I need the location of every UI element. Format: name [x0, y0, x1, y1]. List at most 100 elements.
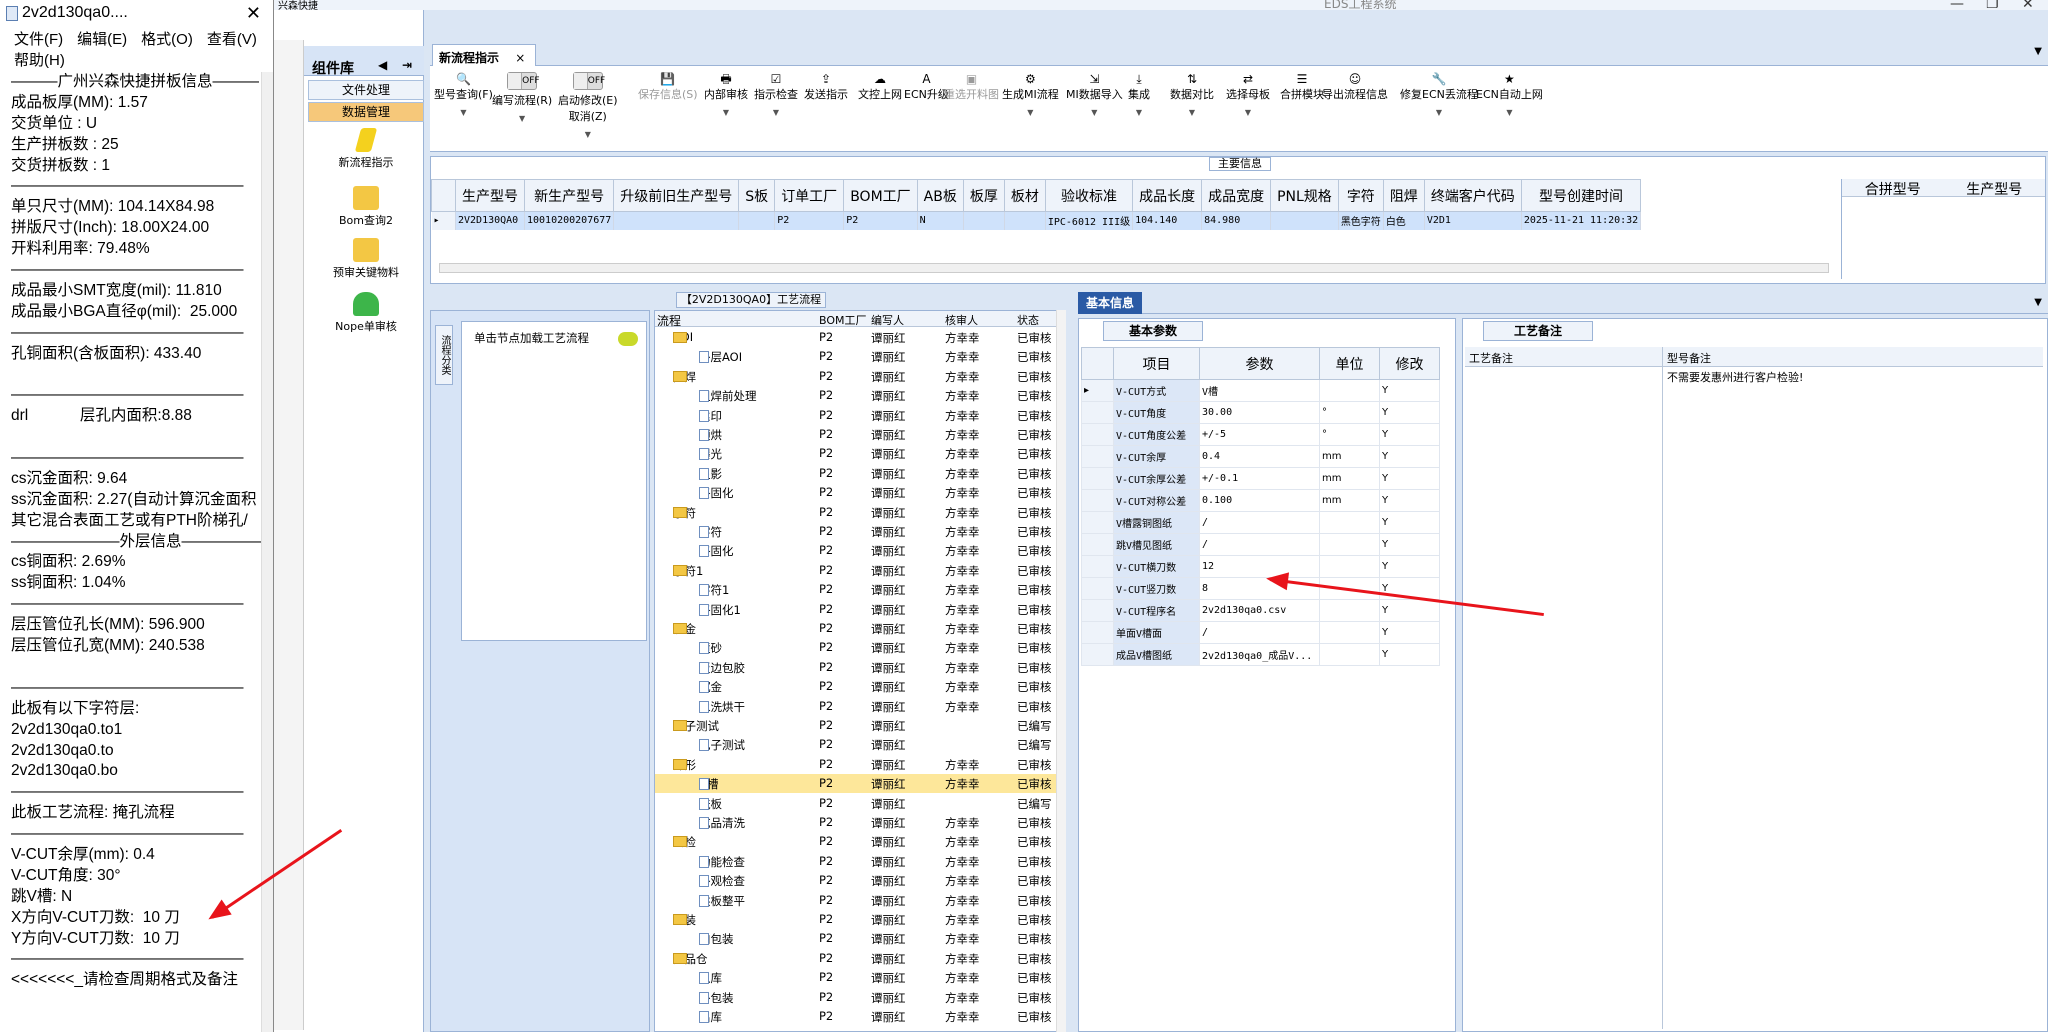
col-header[interactable]: 阻焊 — [1382, 179, 1425, 212]
toolbar-button-1[interactable]: OFF 编写流程(R) ▼ — [492, 72, 552, 123]
table-cell[interactable] — [963, 211, 1005, 230]
param-cell[interactable]: / — [1199, 621, 1320, 644]
toolbar-button-7[interactable]: ☁ 文控上网 — [858, 72, 902, 102]
dropdown-arrow-icon[interactable]: ▼ — [1476, 108, 1543, 117]
sidebar-item-preaudit[interactable]: 预审关键物料 — [308, 238, 424, 280]
tree-row[interactable]: 阻焊前处理 P2 谭丽红 方幸幸 已审核 — [655, 386, 1065, 405]
menu-edit[interactable]: 编辑(E) — [77, 31, 127, 48]
tree-row[interactable]: 沉金 P2 谭丽红 方幸幸 已审核 — [655, 677, 1065, 696]
col-header[interactable]: 验收标准 — [1044, 179, 1134, 212]
sidebar-item-nope[interactable]: Nope单审核 — [308, 292, 424, 334]
tree-row[interactable]: V槽P2谭丽红方幸幸已审核 — [655, 774, 1065, 794]
tree-row[interactable]: 外层AOI P2 谭丽红 方幸幸 已审核 — [655, 347, 1065, 366]
model-notes-value[interactable]: 不需要发惠州进行客户检验! — [1663, 367, 2043, 385]
param-cell[interactable]: 2v2d130qa0_成品V... — [1199, 643, 1320, 666]
tree-row[interactable]: 板边包胶 P2 谭丽红 方幸幸 已审核 — [655, 658, 1065, 677]
dropdown-arrow-icon[interactable]: ▼ — [704, 108, 748, 117]
tree-row[interactable]: 入库 P2 谭丽红 方幸幸 已审核 — [655, 968, 1065, 987]
dropdown-arrow-icon[interactable]: ▼ — [558, 130, 618, 139]
table-cell[interactable]: P2 — [774, 211, 845, 230]
dropdown-arrow-icon[interactable]: ▼ — [1066, 108, 1123, 117]
table-row[interactable]: V-CUT角度 30.00 ° Y — [1081, 401, 1440, 424]
toolbar-button-14[interactable]: ⇄ 选择母板 ▼ — [1226, 72, 1270, 117]
tree-row[interactable]: 曝光 P2 谭丽红 方幸幸 已审核 — [655, 444, 1065, 463]
toolbar-button-2[interactable]: OFF 启动修改(E) 取消(Z) ▼ — [558, 72, 618, 139]
sidebar-button-file[interactable]: 文件处理 — [308, 80, 424, 100]
tree-row[interactable]: 铣板 P2 谭丽红 已编写 — [655, 794, 1065, 813]
tree-row[interactable]: 终固化 P2 谭丽红 方幸幸 已审核 — [655, 541, 1065, 560]
param-cell[interactable]: +/-5 — [1199, 423, 1320, 446]
toolbar-button-8[interactable]: A ECN升级 — [904, 72, 949, 102]
toggle-switch[interactable]: OFF — [572, 72, 605, 90]
param-cell[interactable]: 2v2d130qa0.csv — [1199, 599, 1320, 622]
sidebar-button-data[interactable]: 数据管理 — [308, 102, 424, 122]
sidebar-item-new-flow[interactable]: 新流程指示 — [308, 128, 424, 170]
chat-bubble-icon[interactable] — [618, 332, 638, 346]
table-row[interactable]: ▸ V-CUT方式 V槽 Y — [1081, 379, 1440, 402]
col-header[interactable]: 成品长度 — [1132, 179, 1203, 212]
tree-row[interactable]: 出库 P2 谭丽红 方幸幸 已审核 — [655, 1007, 1065, 1026]
toolbar-button-3[interactable]: 💾 保存信息(S) — [638, 72, 698, 102]
minimize-icon[interactable]: — — [1950, 0, 1964, 12]
toolbar-button-17[interactable]: 🔧 修复ECN丢流程 ▼ — [1400, 72, 1478, 117]
tree-row[interactable]: 烘板整平 P2 谭丽红 方幸幸 已审核 — [655, 891, 1065, 910]
param-cell[interactable]: V槽 — [1199, 379, 1320, 402]
col-header[interactable]: 订单工厂 — [774, 179, 845, 212]
window-close-icon[interactable]: ✕ — [2022, 0, 2034, 12]
param-cell[interactable]: 8 — [1199, 577, 1320, 600]
toolbar-button-5[interactable]: ☑ 指示检查 ▼ — [754, 72, 798, 117]
table-cell[interactable]: 84.980 — [1201, 211, 1272, 230]
table-cell[interactable]: 2025-11-21 11:20:32 — [1521, 211, 1642, 230]
table-row[interactable]: V-CUT角度公差 +/-5 ° Y — [1081, 423, 1440, 446]
col-header[interactable]: 新生产型号 — [523, 179, 615, 212]
toolbar-button-6[interactable]: ⇪ 发送指示 — [804, 72, 848, 102]
tree-scrollbar[interactable] — [1056, 310, 1066, 1032]
col-header[interactable]: PNL规格 — [1270, 179, 1339, 212]
notepad-scrollbar[interactable] — [261, 72, 273, 1032]
dropdown-arrow-icon[interactable]: ▼ — [1002, 108, 1059, 117]
param-cell[interactable]: / — [1199, 533, 1320, 556]
tree-row[interactable]: 字符1 P2 谭丽红 方幸幸 已审核 — [655, 580, 1065, 599]
col-header[interactable]: 字符 — [1337, 179, 1384, 212]
table-row[interactable]: V-CUT竖刀数 8 Y — [1081, 577, 1440, 600]
table-row[interactable]: 单面V槽面 / Y — [1081, 621, 1440, 644]
tree-row[interactable]: 终固化1 P2 谭丽红 方幸幸 已审核 — [655, 600, 1065, 619]
table-cell[interactable] — [1004, 211, 1046, 230]
table-row[interactable]: V-CUT对称公差 0.100 mm Y — [1081, 489, 1440, 512]
param-cell[interactable]: 30.00 — [1199, 401, 1320, 424]
table-row[interactable]: V槽露铜图纸 / Y — [1081, 511, 1440, 534]
tree-row[interactable]: −沉金P2谭丽红方幸幸已审核 — [655, 619, 1065, 638]
table-row[interactable]: V-CUT横刀数 12 Y — [1081, 555, 1440, 578]
dropdown-arrow-icon[interactable]: ▼ — [434, 108, 493, 117]
tab-menu-icon[interactable]: ▼ — [2034, 46, 2042, 57]
menu-view[interactable]: 查看(V) — [207, 31, 257, 48]
notepad-text-area[interactable]: ———广州兴森快捷拼板信息——— 成品板厚(MM): 1.57 交货单位 : U 生产… — [0, 72, 262, 991]
table-cell[interactable] — [1270, 211, 1339, 230]
toolbar-button-4[interactable]: 🖶 内部审核 ▼ — [704, 72, 748, 117]
menu-help[interactable]: 帮助(H) — [14, 52, 65, 69]
table-row[interactable]: 成品V槽图纸 2v2d130qa0_成品V... Y — [1081, 643, 1440, 666]
tree-row[interactable]: 字符 P2 谭丽红 方幸幸 已审核 — [655, 522, 1065, 541]
collapse-left-icon[interactable]: ◀ — [378, 58, 387, 72]
tree-row[interactable]: 功能检查 P2 谭丽红 方幸幸 已审核 — [655, 852, 1065, 871]
tree-row[interactable]: 成品清洗 P2 谭丽红 方幸幸 已审核 — [655, 813, 1065, 832]
table-row[interactable]: V-CUT余厚公差 +/-0.1 mm Y — [1081, 467, 1440, 490]
col-header[interactable]: 板材 — [1003, 179, 1046, 212]
toolbar-button-11[interactable]: ⇲ MI数据导入 ▼ — [1066, 72, 1123, 117]
tree-row[interactable]: 丝印 P2 谭丽红 方幸幸 已审核 — [655, 406, 1065, 425]
toolbar-button-9[interactable]: ▣ 重选开料图 — [944, 72, 999, 102]
param-cell[interactable]: 12 — [1199, 555, 1320, 578]
tree-row[interactable]: 终固化 P2 谭丽红 方幸幸 已审核 — [655, 483, 1065, 502]
table-cell[interactable]: 104.140 — [1132, 211, 1203, 230]
table-cell[interactable]: 10010200207677 — [524, 211, 615, 230]
tree-row[interactable]: 外观检查 P2 谭丽红 方幸幸 已审核 — [655, 871, 1065, 890]
toolbar-button-13[interactable]: ⇅ 数据对比 ▼ — [1170, 72, 1214, 117]
table-row[interactable]: 跳V槽见图纸 / Y — [1081, 533, 1440, 556]
menu-format[interactable]: 格式(O) — [141, 31, 193, 48]
tree-row[interactable]: −外形P2谭丽红方幸幸已审核 — [655, 755, 1065, 774]
table-row[interactable]: ▸ 2V2D130QA0 10010200207677 P2 P2 N IPC-6012 I… — [431, 211, 1642, 230]
table-cell[interactable]: 2V2D130QA0 — [455, 211, 525, 230]
tree-row[interactable]: 显影 P2 谭丽红 方幸幸 已审核 — [655, 464, 1065, 483]
tree-row[interactable]: −阻焊P2谭丽红方幸幸已审核 — [655, 367, 1065, 386]
col-header[interactable]: 终端客户代码 — [1423, 179, 1522, 212]
